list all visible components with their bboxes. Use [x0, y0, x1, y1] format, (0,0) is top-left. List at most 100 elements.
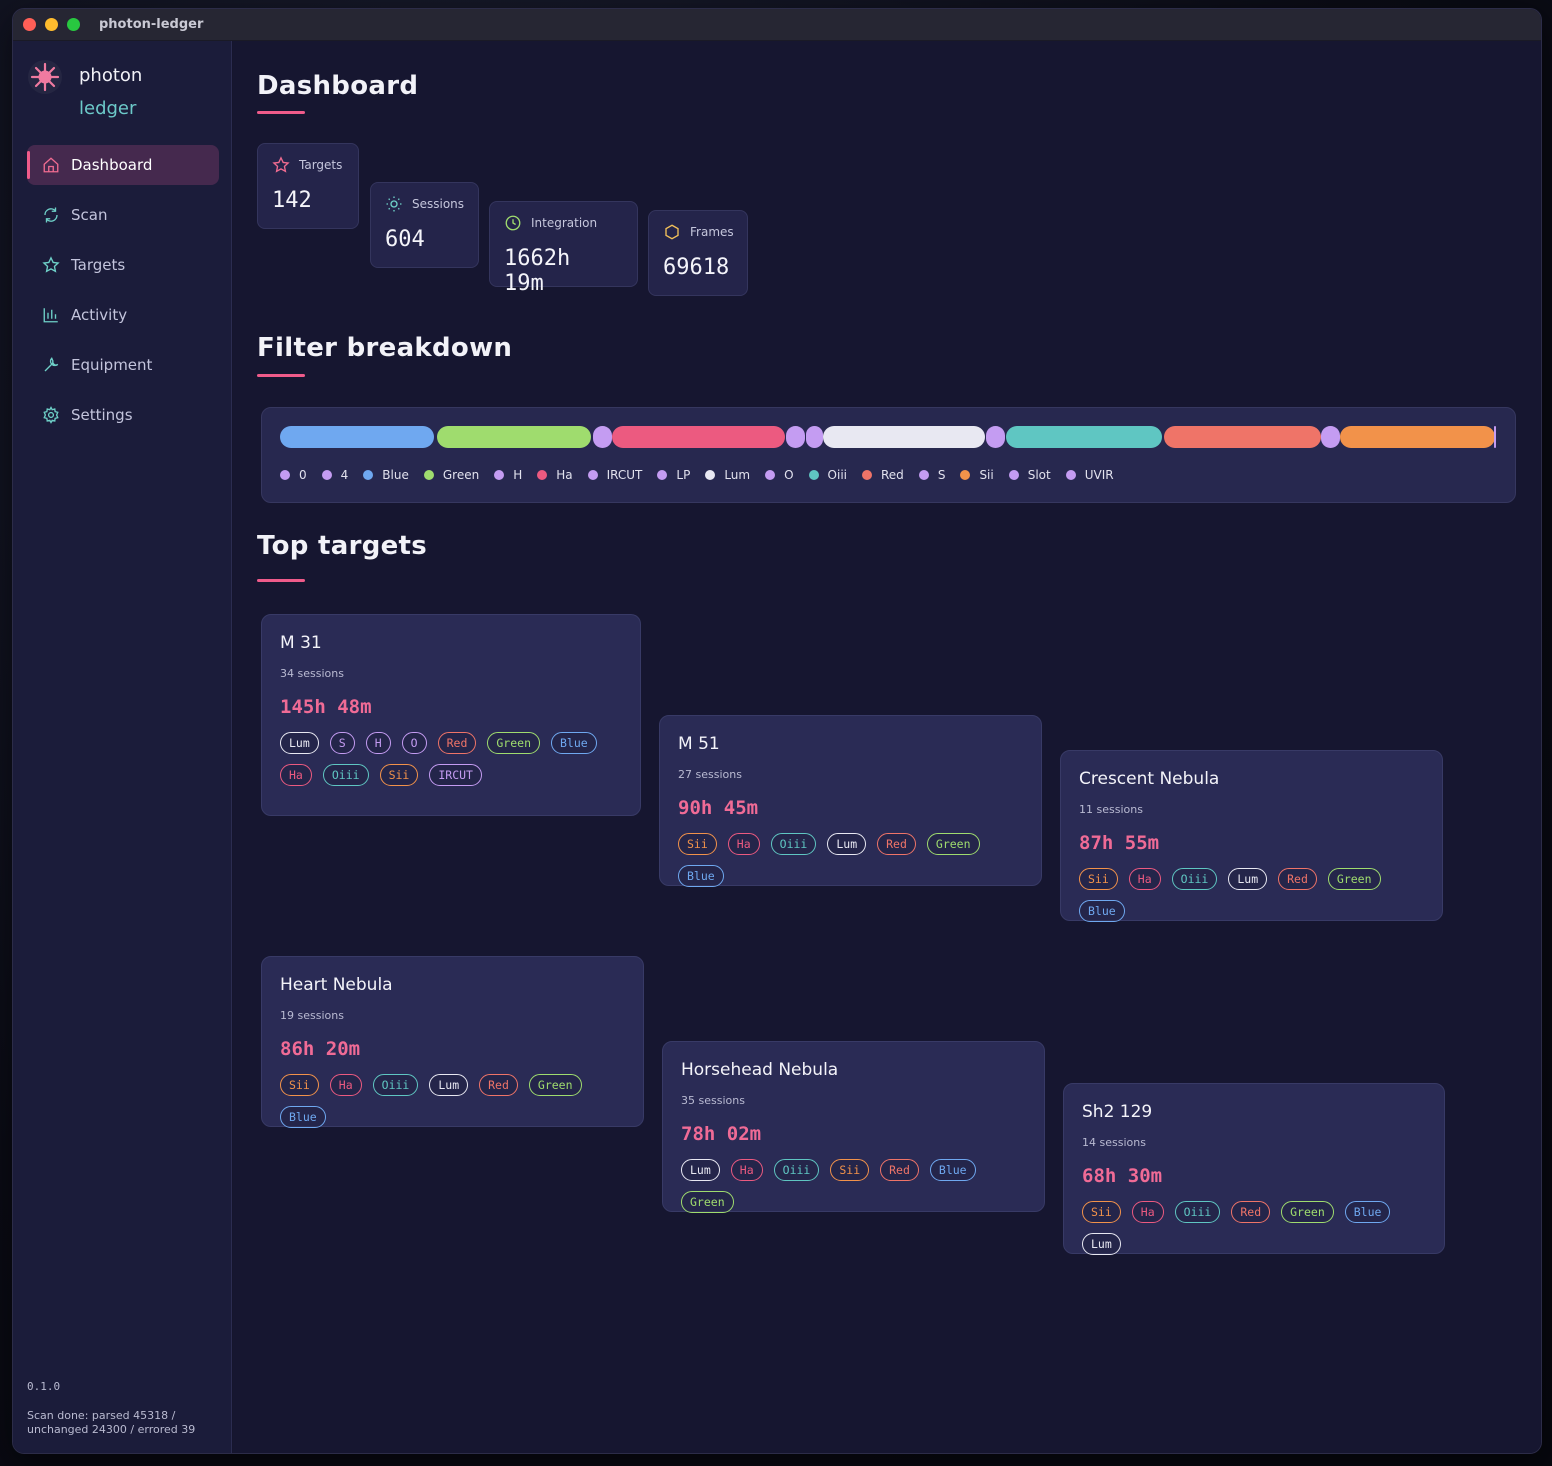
filter-tag: Red	[1278, 868, 1317, 890]
stat-label: Targets	[299, 158, 343, 172]
legend-item: Lum	[705, 468, 750, 482]
filter-tag: S	[329, 732, 355, 754]
target-sessions: 11 sessions	[1079, 803, 1143, 816]
filter-tag: Lum	[1082, 1233, 1121, 1255]
legend-swatch	[363, 470, 374, 480]
filter-segment-o[interactable]	[986, 426, 1005, 448]
legend-label: Ha	[556, 468, 573, 482]
target-card[interactable]: M 31 34 sessions 145h 48m Lum S H O Red Green Blu…	[261, 614, 641, 816]
section-underline	[257, 579, 305, 582]
sidebar-item-dashboard[interactable]: Dashboard	[27, 145, 219, 185]
filter-segment-ha[interactable]	[612, 426, 785, 448]
filter-segment-red[interactable]	[1164, 426, 1321, 448]
zoom-window-button[interactable]	[67, 18, 80, 31]
legend-label: O	[784, 468, 794, 482]
stat-card-sessions: Sessions 604	[370, 182, 479, 268]
filter-segment-lum[interactable]	[823, 426, 985, 448]
target-sessions: 27 sessions	[678, 768, 742, 781]
legend-label: LP	[676, 468, 691, 482]
sidebar-item-settings[interactable]: Settings	[27, 395, 219, 435]
sidebar-item-activity[interactable]: Activity	[27, 295, 219, 335]
stat-card-frames: Frames 69618	[648, 210, 748, 296]
filter-tag: Ha	[329, 1074, 362, 1096]
legend-swatch	[494, 470, 505, 480]
filter-tags: Sii Ha Oiii Lum Red Green Blue	[1079, 868, 1424, 932]
legend-item: 4	[321, 468, 348, 482]
sidebar-item-scan[interactable]: Scan	[27, 195, 219, 235]
filter-bar	[280, 426, 1496, 448]
legend-item: H	[494, 468, 522, 482]
filter-legend: 0 4 Blue Green H Ha IRCUT LP Lum O Oiii Red S Sii Slot…	[280, 468, 1129, 482]
main-content: Dashboard Targets 142 Sessions 604 Integ…	[233, 41, 1541, 1453]
filter-tag: Lum	[429, 1074, 469, 1096]
target-integration-time: 78h 02m	[681, 1123, 762, 1145]
target-integration-time: 90h 45m	[678, 797, 759, 819]
sidebar-item-label: Activity	[71, 306, 128, 324]
page-title: Dashboard	[257, 71, 419, 101]
target-integration-time: 86h 20m	[280, 1038, 361, 1060]
filter-tag: Ha	[727, 833, 760, 855]
legend-swatch	[587, 470, 598, 480]
filter-segment-blue[interactable]	[280, 426, 434, 448]
filter-tag: Oiii	[770, 833, 817, 855]
filter-tag: O	[401, 732, 427, 754]
target-name: Horsehead Nebula	[681, 1060, 839, 1080]
legend-item: UVIR	[1065, 468, 1114, 482]
filter-tag: Lum	[1228, 868, 1268, 890]
photon-logo-icon	[27, 59, 63, 95]
section-underline	[257, 374, 305, 377]
legend-label: IRCUT	[606, 468, 643, 482]
legend-label: Sii	[979, 468, 994, 482]
target-integration-time: 87h 55m	[1079, 832, 1160, 854]
bar-chart-icon	[41, 305, 61, 325]
title-bar: photon-ledger	[13, 9, 1541, 41]
target-card[interactable]: M 51 27 sessions 90h 45m Sii Ha Oiii Lum Red Gre…	[659, 715, 1042, 887]
filter-tag: Sii	[280, 1074, 319, 1096]
legend-label: H	[513, 468, 523, 482]
scan-status: Scan done: parsed 45318 / unchanged 2430…	[27, 1409, 196, 1436]
legend-item: Oiii	[808, 468, 847, 482]
target-card[interactable]: Sh2 129 14 sessions 68h 30m Sii Ha Oiii Red Gre…	[1063, 1083, 1445, 1255]
filter-segment-h[interactable]	[593, 426, 612, 448]
wrench-icon	[41, 355, 61, 375]
minimize-window-button[interactable]	[45, 18, 58, 31]
filter-segment-sii[interactable]	[1340, 426, 1495, 448]
section-title-filter-breakdown: Filter breakdown	[257, 333, 513, 363]
close-window-button[interactable]	[23, 18, 36, 31]
filter-tag: Oiii	[1174, 1201, 1221, 1223]
filter-segment-green[interactable]	[437, 426, 591, 448]
sidebar-item-equipment[interactable]: Equipment	[27, 345, 219, 385]
target-name: M 31	[280, 633, 322, 653]
legend-swatch	[705, 470, 716, 480]
target-card[interactable]: Crescent Nebula 11 sessions 87h 55m Sii Ha Oi…	[1060, 750, 1443, 922]
filter-segment-ircut[interactable]	[806, 426, 823, 448]
legend-item: Red	[862, 468, 904, 482]
legend-item: Ha	[537, 468, 573, 482]
legend-item: Slot	[1008, 468, 1051, 482]
filter-tag: Green	[926, 833, 980, 855]
filter-tag: Oiii	[1171, 868, 1218, 890]
filter-tag: Ha	[280, 764, 312, 786]
filter-tags: Lum Ha Oiii Sii Red Blue Green	[681, 1159, 1026, 1223]
section-title-top-targets: Top targets	[257, 531, 428, 561]
filter-segment-lp[interactable]	[786, 426, 805, 448]
filter-tags: Lum S H O Red Green Blue Ha Oiii Sii IRCUT	[280, 732, 622, 796]
filter-tag: Oiii	[773, 1159, 820, 1181]
filter-segment-oiii[interactable]	[1006, 426, 1162, 448]
target-card[interactable]: Horsehead Nebula 35 sessions 78h 02m Lum Ha O…	[662, 1041, 1045, 1213]
star-icon	[41, 255, 61, 275]
home-icon	[41, 155, 61, 175]
filter-tag: Sii	[830, 1159, 870, 1181]
filter-tag: Sii	[1079, 868, 1118, 890]
filter-tag: Green	[1327, 868, 1381, 890]
sidebar-item-targets[interactable]: Targets	[27, 245, 219, 285]
target-name: Heart Nebula	[280, 975, 393, 995]
target-card[interactable]: Heart Nebula 19 sessions 86h 20m Sii Ha Oiii L…	[261, 956, 644, 1128]
legend-item: 0	[280, 468, 307, 482]
filter-segment-s[interactable]	[1321, 426, 1340, 448]
target-sessions: 14 sessions	[1082, 1136, 1146, 1149]
filter-tag: Red	[437, 732, 477, 754]
filter-tag: Ha	[1131, 1201, 1164, 1223]
filter-segment-uvir[interactable]	[1494, 426, 1496, 448]
app-window: photon-ledger photon ledger Dashboard Sc…	[12, 8, 1542, 1454]
